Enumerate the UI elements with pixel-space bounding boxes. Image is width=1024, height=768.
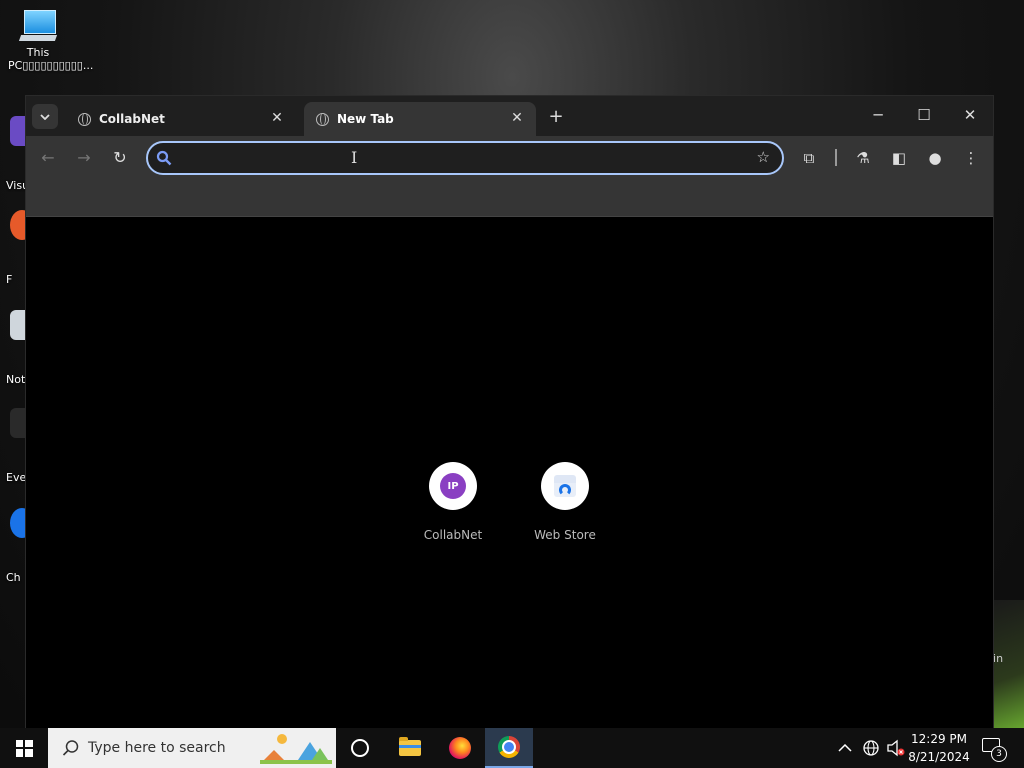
file-explorer-taskbar-button[interactable] (386, 728, 434, 768)
bookmark-star-icon[interactable]: ☆ (757, 148, 770, 166)
computer-icon (18, 8, 58, 42)
search-icon (156, 150, 172, 166)
close-tab-icon[interactable]: ✕ (268, 109, 286, 127)
folder-icon (399, 737, 421, 756)
this-pc-desktop-icon[interactable]: This PC▯▯▯▯▯▯▯▯▯▯... (8, 8, 94, 72)
search-icon (62, 740, 79, 756)
desktop-icon-label: This PC▯▯▯▯▯▯▯▯▯▯... (8, 46, 94, 72)
menu-kebab-icon[interactable]: ⋮ (959, 146, 983, 170)
desktop-icon-label: Not (6, 373, 26, 386)
search-placeholder: Type here to search (88, 740, 226, 756)
clock-date: 8/21/2024 (908, 750, 970, 764)
forward-arrow-icon[interactable]: → (72, 146, 96, 170)
new-tab-page: IP CollabNet Web Store (26, 217, 993, 728)
desktop-icon-chrome[interactable]: Ch (0, 504, 28, 584)
back-arrow-icon[interactable]: ← (36, 146, 60, 170)
shortcut-label: CollabNet (423, 528, 483, 542)
maximize-icon[interactable]: ☐ (901, 102, 947, 128)
desktop-icon-notepad[interactable]: Not (0, 306, 28, 386)
tab-collabnet[interactable]: CollabNet ✕ (66, 102, 296, 136)
globe-icon (316, 112, 329, 126)
firefox-taskbar-button[interactable] (436, 728, 484, 768)
firefox-icon (449, 737, 471, 759)
shortcut-tile: IP (429, 462, 477, 510)
start-button[interactable] (0, 728, 48, 768)
browser-toolbar: ← → ↻ I ☆ ⧉ ⚗ ◧ ● ⋮ (26, 136, 993, 180)
system-clock[interactable]: 12:29 PM 8/21/2024 (904, 730, 974, 766)
taskbar: Type here to search 12:29 PM 8/21/2024 3 (0, 728, 1024, 768)
new-tab-plus-icon[interactable]: + (544, 106, 568, 128)
chrome-taskbar-button[interactable] (485, 728, 533, 768)
tab-strip: CollabNet ✕ New Tab ✕ + ─ ☐ ✕ (26, 96, 993, 136)
desktop-wallpaper-edge: lin (990, 600, 1024, 728)
tab-title: CollabNet (99, 112, 165, 126)
notification-count-badge: 3 (991, 746, 1007, 762)
taskbar-search-box[interactable]: Type here to search (48, 728, 336, 768)
desktop-icon-visual-studio[interactable]: Visu (0, 112, 28, 192)
side-panel-icon[interactable]: ◧ (887, 146, 911, 170)
toolbar-divider (835, 149, 837, 166)
close-tab-icon[interactable]: ✕ (508, 109, 526, 127)
task-view-button[interactable] (336, 728, 384, 768)
shortcut-tile (541, 462, 589, 510)
text-cursor-icon: I (351, 148, 358, 167)
chrome-web-store-icon (552, 475, 578, 497)
reload-icon[interactable]: ↻ (108, 146, 132, 170)
address-bar[interactable]: I ☆ (146, 141, 784, 175)
desktop-icon-label: Visu (6, 179, 28, 192)
extensions-icon[interactable]: ⧉ (797, 146, 821, 170)
desktop-icon-label: Ch (6, 571, 21, 584)
network-globe-icon[interactable] (862, 728, 880, 768)
address-input[interactable] (178, 147, 742, 171)
shortcut-collabnet[interactable]: IP CollabNet (408, 462, 498, 542)
tab-search-button[interactable] (32, 104, 58, 129)
globe-icon (78, 112, 91, 126)
chevron-down-icon (40, 113, 50, 120)
clock-time: 12:29 PM (911, 732, 967, 746)
close-window-icon[interactable]: ✕ (947, 102, 993, 128)
tab-new-tab[interactable]: New Tab ✕ (304, 102, 536, 136)
bookmarks-bar (26, 180, 993, 217)
site-favicon: IP (440, 473, 466, 499)
volume-muted-icon[interactable] (886, 728, 906, 768)
minimize-icon[interactable]: ─ (855, 102, 901, 128)
action-center-button[interactable]: 3 (980, 736, 1007, 762)
tab-title: New Tab (337, 112, 394, 126)
chevron-up-icon (838, 744, 852, 752)
desktop-icon-event[interactable]: Eve (0, 404, 28, 484)
cortana-circle-icon (351, 739, 369, 757)
desktop-icon-firefox[interactable]: F (0, 206, 28, 286)
labs-flask-icon[interactable]: ⚗ (851, 146, 875, 170)
windows-logo-icon (15, 739, 33, 757)
shortcut-label: Web Store (534, 528, 596, 542)
show-hidden-icons-button[interactable] (838, 728, 852, 768)
desktop-icon-label: Eve (6, 471, 27, 484)
desktop-icon-label: F (6, 273, 13, 286)
profile-icon[interactable]: ● (923, 146, 947, 170)
browser-window: CollabNet ✕ New Tab ✕ + ─ ☐ ✕ ← → ↻ I ☆ … (26, 96, 993, 728)
shortcut-web-store[interactable]: Web Store (520, 462, 610, 542)
chrome-icon (498, 736, 520, 758)
search-highlight-illustration (260, 734, 332, 764)
